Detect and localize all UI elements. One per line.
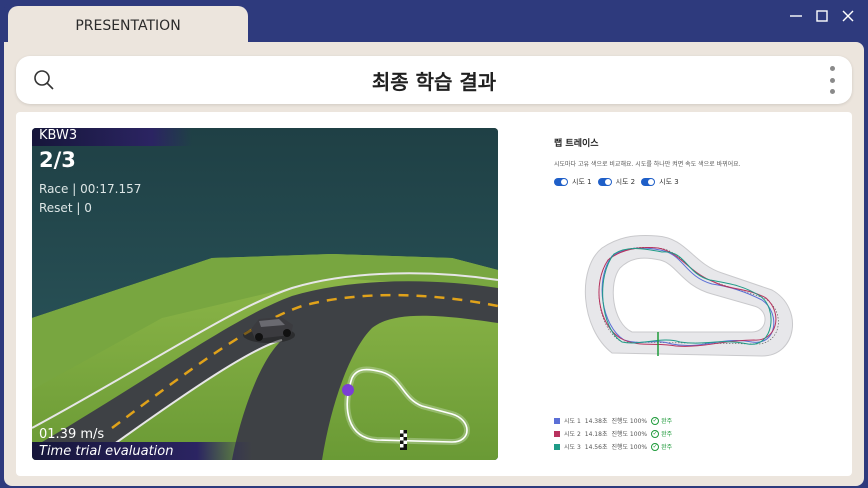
race-scene-image: [32, 128, 498, 460]
page-title: 최종 학습 결과: [371, 70, 497, 94]
legend-swatch: [554, 443, 560, 450]
legend-time: 14.38초: [584, 418, 608, 425]
check-circle-icon: ✓: [651, 442, 660, 451]
legend-progress: 진행도 100%: [611, 418, 648, 425]
minimize-icon[interactable]: [788, 8, 804, 24]
toggle-attempt-1[interactable]: 시도 1: [554, 177, 592, 187]
lap-trace-panel: 랩 트레이스 시도마다 고유 색으로 비교해요. 시도를 하나만 켜면 속도 색…: [542, 128, 838, 460]
toggle-label: 시도 3: [659, 178, 679, 186]
main-content: KBW3 2/3 Race | 00:17.157 Reset | 0 01.3…: [16, 112, 852, 476]
attempt-legend: 시도 1 14.38초 진행도 100% ✓ 완주 시도 2 14.18초 진행도…: [554, 414, 672, 453]
close-icon[interactable]: [840, 8, 856, 24]
toggle-attempt-2[interactable]: 시도 2: [597, 177, 636, 187]
toggle-switch[interactable]: [597, 178, 612, 186]
legend-status: ✓ 완주: [651, 416, 673, 425]
toggle-attempt-3[interactable]: 시도 3: [641, 177, 679, 187]
app-window: PRESENTATION 최종 학습 결과 KBW3 2/3 Race | 00…: [4, 2, 864, 486]
legend-attempt: 시도 2: [564, 431, 581, 438]
toggle-label: 시도 2: [615, 178, 636, 186]
kebab-menu-icon[interactable]: [826, 66, 838, 94]
attempt-toggles: 시도 1 시도 2 시도 3: [554, 177, 679, 187]
window-controls: [788, 8, 856, 24]
check-circle-icon: ✓: [651, 429, 660, 438]
legend-status: ✓ 완주: [651, 429, 673, 438]
legend-row-3: 시도 3 14.56초 진행도 100% ✓ 완주: [554, 440, 672, 453]
reset-count: Reset | 0: [39, 201, 92, 215]
race-video-panel[interactable]: KBW3 2/3 Race | 00:17.157 Reset | 0 01.3…: [32, 128, 498, 460]
legend-attempt: 시도 3: [564, 444, 581, 451]
lap-trace-map: [584, 235, 793, 357]
legend-progress: 진행도 100%: [611, 444, 648, 451]
lap-trace-description: 시도마다 고유 색으로 비교해요. 시도를 하나만 켜면 속도 색으로 바뀌어요…: [554, 161, 741, 168]
legend-progress: 진행도 100%: [611, 431, 648, 438]
lap-trace-title: 랩 트레이스: [554, 139, 599, 149]
tab-presentation[interactable]: PRESENTATION: [8, 6, 248, 44]
legend-time: 14.18초: [584, 431, 608, 438]
car-name: KBW3: [39, 128, 78, 143]
legend-time: 14.56초: [584, 444, 608, 451]
toggle-label: 시도 1: [572, 178, 592, 186]
window-body: 최종 학습 결과 KBW3 2/3 Race | 00:17.157 Reset…: [4, 42, 864, 486]
legend-swatch: [554, 430, 560, 437]
evaluation-mode: Time trial evaluation: [39, 444, 174, 459]
legend-row-1: 시도 1 14.38초 진행도 100% ✓ 완주: [554, 414, 672, 427]
legend-attempt: 시도 1: [564, 418, 581, 425]
maximize-icon[interactable]: [814, 8, 830, 24]
race-time: Race | 00:17.157: [39, 182, 142, 196]
toggle-switch[interactable]: [641, 178, 656, 186]
check-circle-icon: ✓: [651, 416, 660, 425]
legend-status: ✓ 완주: [651, 442, 673, 451]
speed-readout: 01.39 m/s: [39, 427, 105, 442]
legend-swatch: [554, 417, 560, 424]
lap-counter: 2/3: [39, 148, 76, 172]
header-bar: 최종 학습 결과: [16, 56, 852, 104]
legend-row-2: 시도 2 14.18초 진행도 100% ✓ 완주: [554, 427, 672, 440]
toggle-switch[interactable]: [554, 178, 568, 186]
